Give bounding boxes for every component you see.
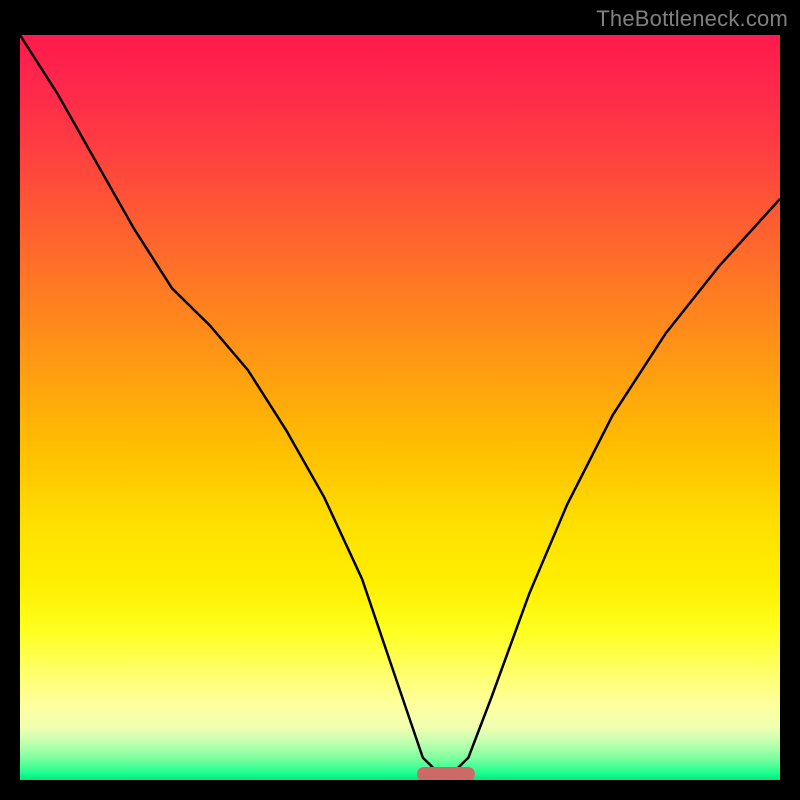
watermark-text: TheBottleneck.com [596,6,788,32]
plot-area [20,35,780,780]
optimal-marker [417,767,475,780]
bottleneck-curve [20,35,780,780]
chart-frame: TheBottleneck.com [0,0,800,800]
curve-line [20,35,780,780]
